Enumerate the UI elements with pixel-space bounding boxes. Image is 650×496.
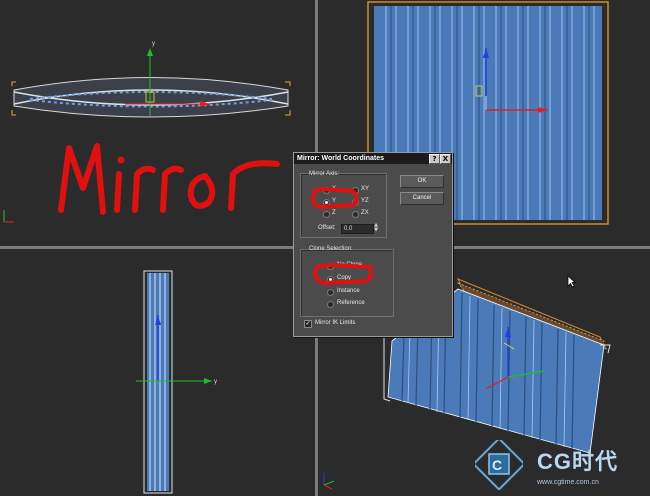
axis-z-radio[interactable] bbox=[323, 211, 330, 218]
mirror-dialog: Mirror: World Coordinates ? X Mirror Axi… bbox=[293, 152, 453, 337]
offset-spinner[interactable]: ▲ ▼ bbox=[373, 223, 379, 233]
clone-selection-label: Clone Selection: bbox=[309, 246, 353, 252]
instance-radio[interactable] bbox=[327, 289, 334, 296]
cgtime-logo-icon: C bbox=[475, 440, 523, 490]
offset-field[interactable]: 0.0 bbox=[341, 224, 374, 234]
reference-radio[interactable] bbox=[327, 301, 334, 308]
axis-x-label: X bbox=[332, 186, 337, 192]
watermark-url: www.cgtime.com.cn bbox=[537, 479, 599, 486]
axis-y-radio[interactable] bbox=[323, 199, 330, 206]
no-clone-radio[interactable] bbox=[327, 263, 334, 270]
mirror-annotation bbox=[55, 140, 285, 220]
clone-selection-group bbox=[300, 249, 394, 317]
axis-zx-label: ZX bbox=[361, 210, 369, 216]
mirror-axis-label: Mirror Axis: bbox=[309, 171, 339, 177]
mirror-handwriting bbox=[58, 143, 280, 215]
svg-text:y: y bbox=[152, 41, 155, 47]
svg-text:y: y bbox=[214, 379, 217, 385]
axis-xy-radio[interactable] bbox=[352, 187, 359, 194]
viewport-bottom-left[interactable]: y bbox=[0, 249, 315, 496]
reference-label: Reference bbox=[337, 300, 365, 306]
no-clone-label: No Clone bbox=[337, 262, 363, 268]
svg-text:C: C bbox=[492, 457, 502, 473]
mirror-ik-label: Mirror IK Limits bbox=[315, 320, 356, 326]
axis-yz-label: YZ bbox=[361, 198, 369, 204]
help-button[interactable]: ? bbox=[429, 154, 440, 164]
offset-label: Offset: bbox=[318, 225, 336, 231]
axis-z-label: Z bbox=[332, 210, 336, 216]
copy-label: Copy bbox=[337, 275, 352, 281]
cancel-button[interactable]: Cancel bbox=[400, 192, 444, 205]
axis-x-radio[interactable] bbox=[323, 187, 330, 194]
axis-zx-radio[interactable] bbox=[352, 211, 359, 218]
axis-y-label: Y bbox=[332, 198, 337, 204]
instance-label: Instance bbox=[337, 288, 360, 294]
close-button[interactable]: X bbox=[440, 154, 451, 164]
left-view-scene: y bbox=[136, 270, 217, 494]
axis-yz-radio[interactable] bbox=[352, 199, 359, 206]
axis-xy-label: XY bbox=[361, 186, 370, 192]
cgtime-watermark: C CG时代 www.cgtime.com.cn bbox=[475, 438, 647, 494]
viewport-top-left[interactable]: y bbox=[0, 0, 315, 246]
copy-radio[interactable] bbox=[327, 276, 334, 283]
ok-button[interactable]: OK bbox=[400, 175, 444, 188]
mirror-ik-checkbox[interactable]: ✓ bbox=[304, 320, 312, 328]
watermark-brand: CG时代 bbox=[537, 449, 619, 474]
